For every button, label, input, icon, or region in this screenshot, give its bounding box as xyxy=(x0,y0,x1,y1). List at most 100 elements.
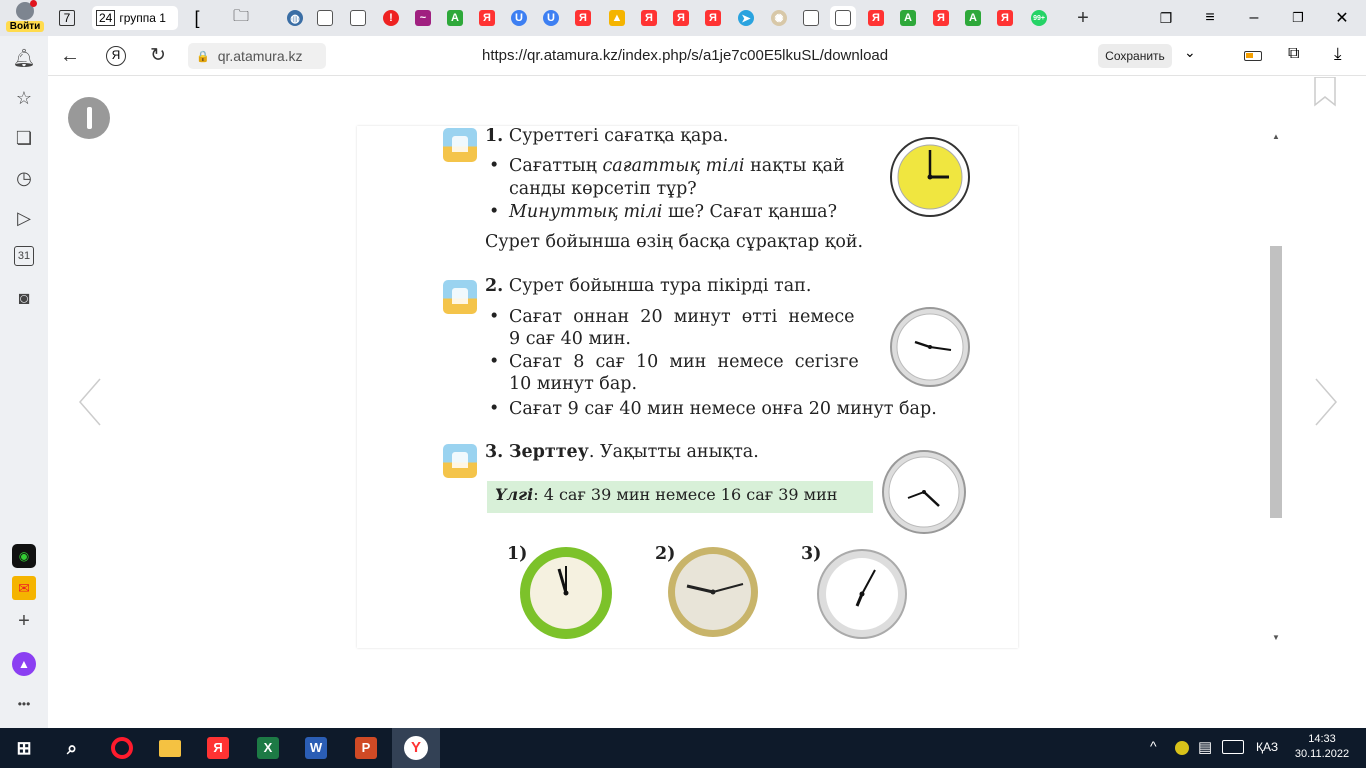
restore-icon[interactable]: ❐ xyxy=(1285,6,1311,30)
tray-chevron-icon[interactable]: ^ xyxy=(1150,738,1157,754)
tab-doc-2[interactable] xyxy=(345,6,371,30)
new-folder-icon[interactable]: 🗀 xyxy=(228,6,254,30)
chevron-down-icon[interactable]: ⌄ xyxy=(1184,44,1196,61)
explorer-icon[interactable] xyxy=(156,734,184,762)
yellow-clock-icon xyxy=(890,137,970,217)
tab-yandex-2[interactable]: Я xyxy=(570,6,596,30)
bell-icon[interactable]: 🔔︎ xyxy=(12,46,36,70)
login-button[interactable]: Войти xyxy=(6,0,44,34)
yandex-browser-icon[interactable]: Я xyxy=(204,734,232,762)
tab-yandex-7[interactable]: Я xyxy=(928,6,954,30)
language-indicator[interactable]: ҚАЗ xyxy=(1256,740,1278,754)
bracket-icon[interactable]: [ xyxy=(184,6,210,30)
next-page-icon[interactable] xyxy=(1310,377,1340,427)
battery-icon[interactable] xyxy=(1244,51,1262,61)
tab-bar: Войти 7 24 группа 1 [ 🗀 ◍ ! ~ A Я U U Я … xyxy=(0,0,1366,36)
more-icon[interactable]: ••• xyxy=(12,692,36,716)
sample-box: Үлгі: 4 сағ 39 мин немесе 16 сағ 39 мин xyxy=(487,481,873,513)
tab-yandex-3[interactable]: Я xyxy=(636,6,662,30)
minimize-icon[interactable]: – xyxy=(1241,6,1267,30)
close-icon[interactable]: ✕ xyxy=(1329,6,1355,30)
yandex-icon[interactable]: Я xyxy=(106,46,126,66)
tab-doc-3[interactable] xyxy=(798,6,824,30)
new-tab-icon[interactable]: + xyxy=(1070,6,1096,30)
excel-icon[interactable]: X xyxy=(254,734,282,762)
tab-yandex-4[interactable]: Я xyxy=(668,6,694,30)
keyboard-icon[interactable] xyxy=(1222,740,1244,754)
tab-gear[interactable]: ✺ xyxy=(766,6,792,30)
book-icon xyxy=(443,444,477,478)
tab-active-doc[interactable] xyxy=(830,6,856,30)
sidebar: 🔔︎ ☆ ❏ ◷ ▷ 31 ◙ ◉ ✉ + ▲ ••• xyxy=(0,36,48,728)
play-icon[interactable]: ▷ xyxy=(12,206,36,230)
reload-icon[interactable]: ↻ xyxy=(150,44,166,67)
tab-yandex-5[interactable]: Я xyxy=(700,6,726,30)
extensions-icon[interactable]: ⧉ xyxy=(1288,45,1299,63)
pause-icon[interactable] xyxy=(68,97,110,139)
tab-yandex-8[interactable]: Я xyxy=(992,6,1018,30)
tab-globe[interactable]: ◍ xyxy=(282,6,308,30)
tab-green-a-2[interactable]: A xyxy=(895,6,921,30)
prev-page-icon[interactable] xyxy=(76,377,106,427)
bullet: • xyxy=(489,202,500,222)
lock-icon: 🔒 xyxy=(196,50,210,63)
tab-yandex-1[interactable]: Я xyxy=(474,6,500,30)
task1-number: 1. xyxy=(485,126,504,146)
tab-chart[interactable]: ~ xyxy=(410,6,436,30)
add-icon[interactable]: + xyxy=(12,609,36,633)
tab-group[interactable]: 24 группа 1 xyxy=(92,6,178,30)
silver-clock-icon xyxy=(817,549,907,639)
tab-green-a-1[interactable]: A xyxy=(442,6,468,30)
task2-bullet2-line1: Сағат 8 сағ 10 мин немесе сегізге xyxy=(509,352,859,372)
bullet: • xyxy=(489,352,500,372)
save-button[interactable]: Сохранить xyxy=(1098,44,1172,68)
green-clock-icon xyxy=(520,547,612,639)
task1-title: Суреттегі сағатқа қара. xyxy=(508,126,729,146)
tab-yandex-6[interactable]: Я xyxy=(863,6,889,30)
alice-station-icon[interactable]: ◉ xyxy=(12,544,36,568)
task3-title: . Уақытты анықта. xyxy=(588,442,759,462)
tab-counter[interactable]: 7 xyxy=(54,6,80,30)
scrollbar[interactable]: ▲ ▼ xyxy=(1269,132,1283,642)
download-icon[interactable]: ⤓ xyxy=(1334,44,1342,64)
tray-app-icon[interactable] xyxy=(1175,741,1189,755)
collections-icon[interactable]: ❏ xyxy=(12,126,36,150)
task1-line4: Сурет бойынша өзің басқа сұрақтар қой. xyxy=(485,232,864,252)
clock[interactable]: 14:33 30.11.2022 xyxy=(1290,732,1354,762)
back-icon[interactable]: ← xyxy=(60,45,80,68)
tab-alert[interactable]: ! xyxy=(378,6,404,30)
tab-u-2[interactable]: U xyxy=(538,6,564,30)
tab-doc-1[interactable] xyxy=(312,6,338,30)
star-icon[interactable]: ☆ xyxy=(12,86,36,110)
opera-icon[interactable] xyxy=(108,734,136,762)
url-field[interactable]: https://qr.atamura.kz/index.php/s/a1je7c… xyxy=(482,47,888,64)
bookmark-icon[interactable] xyxy=(1314,76,1336,107)
task2-bullet1-line1: Сағат оннан 20 минут өтті немесе xyxy=(509,307,855,327)
collections-icon[interactable]: ❐ xyxy=(1153,6,1179,30)
tab-image[interactable]: ▲ xyxy=(604,6,630,30)
tab-green-a-3[interactable]: A xyxy=(960,6,986,30)
mail-icon[interactable]: ✉ xyxy=(12,576,36,600)
task1-line3: Минуттық тілі ше? Сағат қанша? xyxy=(509,202,837,222)
task3-number: 3. xyxy=(485,442,504,462)
screenshot-icon[interactable]: ◙ xyxy=(12,286,36,310)
task2-bullet3: Сағат 9 сағ 40 мин немесе онға 20 минут … xyxy=(509,399,937,419)
book-icon xyxy=(443,128,477,162)
word-icon[interactable]: W xyxy=(302,734,330,762)
domain-chip[interactable]: 🔒 qr.atamura.kz xyxy=(188,43,326,69)
tab-u-1[interactable]: U xyxy=(506,6,532,30)
task2-number: 2. xyxy=(485,276,504,296)
notification-icon[interactable]: ▤ xyxy=(1198,738,1212,756)
history-icon[interactable]: ◷ xyxy=(12,166,36,190)
task2-title: Сурет бойынша тура пікірді тап. xyxy=(508,276,812,296)
calendar-icon[interactable]: 31 xyxy=(14,246,34,266)
wall-clock-icon xyxy=(882,450,966,534)
yandex-active-app[interactable]: Y xyxy=(392,728,440,768)
alice-icon[interactable]: ▲ xyxy=(12,652,36,676)
tab-whatsapp[interactable]: 99+ xyxy=(1026,6,1052,30)
powerpoint-icon[interactable]: P xyxy=(352,734,380,762)
windows-start-icon[interactable]: ⊞ xyxy=(10,734,38,762)
search-icon[interactable]: ⌕ xyxy=(58,734,86,762)
menu-icon[interactable]: ≡ xyxy=(1197,6,1223,30)
tab-telegram[interactable]: ➤ xyxy=(733,6,759,30)
